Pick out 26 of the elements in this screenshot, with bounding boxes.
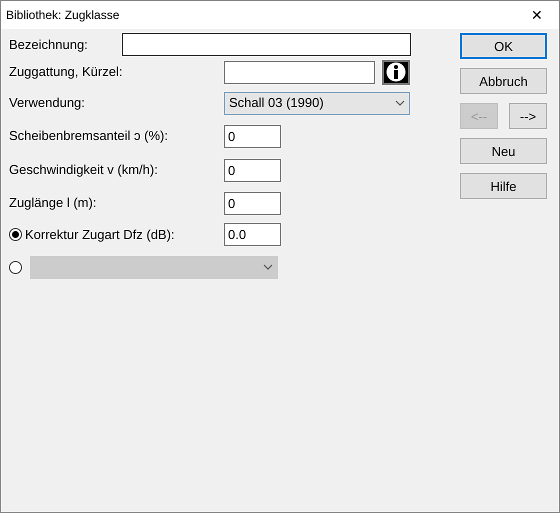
field-label: Zuggattung, Kürzel: — [9, 63, 122, 82]
field-label: Scheibenbremsanteil ↄ (%): — [9, 127, 168, 146]
field-label: Korrektur Zugart Dfz (dB): — [25, 226, 175, 244]
number-field[interactable]: 0 — [224, 124, 281, 148]
dialog-button[interactable]: OK — [460, 33, 547, 59]
field-label: Verwendung: — [9, 94, 85, 112]
nav-button[interactable]: --> — [509, 103, 547, 129]
text-field[interactable] — [122, 33, 411, 56]
field-label: Geschwindigkeit v (km/h): — [9, 161, 158, 180]
number-field[interactable]: 0.0 — [224, 223, 281, 246]
caret-icon — [395, 100, 405, 106]
dialog-button[interactable]: Neu — [460, 138, 547, 164]
number-field[interactable]: 0 — [224, 158, 281, 182]
field-label: Bezeichnung: — [9, 36, 88, 54]
close-button[interactable]: ✕ — [515, 2, 559, 28]
dropdown[interactable]: Schall 03 (1990) — [224, 92, 410, 114]
number-field[interactable]: 0 — [224, 192, 281, 214]
info-button[interactable] — [382, 60, 410, 84]
radio-button[interactable] — [9, 228, 22, 241]
field-label: Zuglänge l (m): — [9, 194, 96, 212]
caret-icon — [263, 264, 273, 270]
dialog-button[interactable]: Abbruch — [460, 68, 547, 94]
info-icon — [386, 62, 406, 82]
text-field[interactable] — [224, 60, 375, 84]
dialog-button[interactable]: Hilfe — [460, 173, 547, 199]
window-title: Bibliothek: Zugklasse — [6, 7, 120, 24]
